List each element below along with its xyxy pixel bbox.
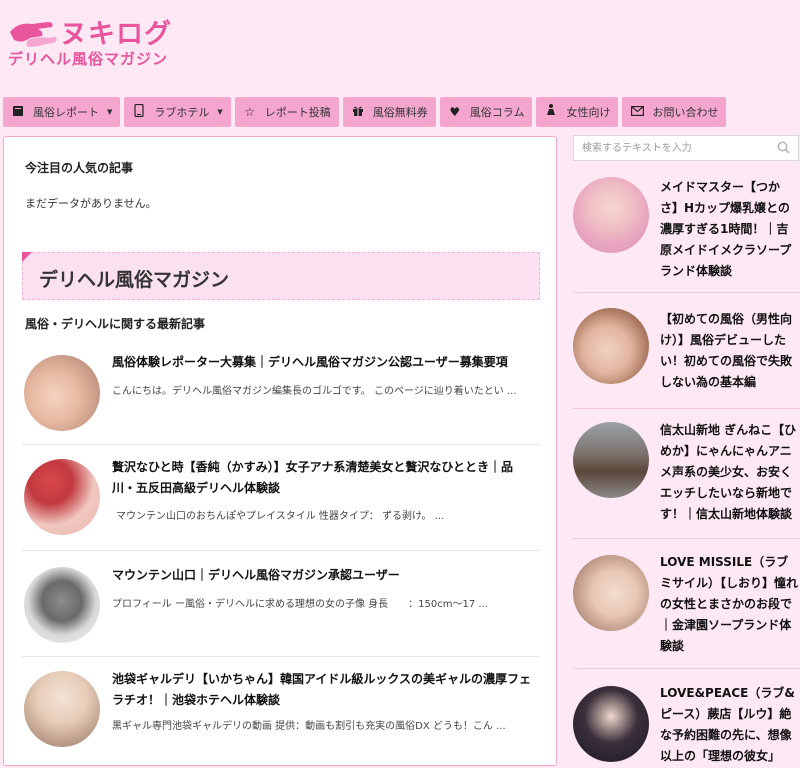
article-title[interactable]: 池袋ギャルデリ【いかちゃん】韓国アイドル級ルックスの美ギャルの濃厚フェラチオ！｜… — [112, 669, 532, 711]
no-data-message: まだデータがありません。 — [25, 197, 157, 210]
nav-item-column[interactable]: ♥ 風俗コラム — [439, 97, 533, 127]
gift-icon — [351, 105, 365, 120]
magazine-banner: デリヘル風俗マガジン — [22, 252, 540, 300]
sidebar-post-thumbnail[interactable] — [573, 177, 649, 253]
article-title[interactable]: 風俗体験レポーター大募集｜デリヘル風俗マガジン公認ユーザー募集要項 — [112, 352, 532, 373]
main-nav: 風俗レポート ▼ ラブホテル ▼ ☆ レポート投稿 風俗無料券 ♥ 風俗コラム … — [3, 97, 727, 127]
article-thumbnail[interactable] — [24, 355, 100, 431]
article-excerpt: こんにちは。デリヘル風俗マガジン編集長のゴルゴです。 このページに辿り着いたとい… — [112, 386, 517, 397]
main-content: 今注目の人気の記事 まだデータがありません。 デリヘル風俗マガジン 風俗・デリヘ… — [3, 136, 557, 766]
article-item[interactable]: マウンテン山口｜デリヘル風俗マガジン承認ユーザー プロフィール ー風俗・デリヘル… — [22, 551, 540, 657]
banner-title: デリヘル風俗マガジン — [39, 269, 230, 291]
nav-label: レポート投稿 — [264, 106, 331, 119]
nav-item-free-ticket[interactable]: 風俗無料券 — [342, 97, 436, 127]
sidebar-post-title[interactable]: LOVE&PEACE（ラブ&ピース）蕨店【ルウ】絶な予約困難の先に、想像以上の「… — [660, 683, 798, 767]
sidebar-post-title[interactable]: 信太山新地 ぎんねこ【ひめか】にゃんにゃんアニメ声系の美少女、お安くエッチしたい… — [660, 420, 798, 525]
nav-item-love-hotel[interactable]: ラブホテル ▼ — [124, 97, 231, 127]
nav-label: 風俗レポート — [33, 106, 99, 119]
popular-articles-heading: 今注目の人気の記事 — [25, 161, 134, 175]
caret-down-icon: ▼ — [107, 108, 113, 116]
article-item[interactable]: 池袋ギャルデリ【いかちゃん】韓国アイドル級ルックスの美ギャルの濃厚フェラチオ！｜… — [22, 657, 540, 767]
star-icon: ☆ — [244, 105, 256, 119]
sidebar-post-item[interactable]: 信太山新地 ぎんねこ【ひめか】にゃんにゃんアニメ声系の美少女、お安くエッチしたい… — [573, 408, 800, 539]
sidebar-post-item[interactable]: LOVE&PEACE（ラブ&ピース）蕨店【ルウ】絶な予約困難の先に、想像以上の「… — [573, 668, 800, 768]
nav-item-fuzoku-report[interactable]: 風俗レポート ▼ — [3, 97, 121, 127]
latest-articles-heading: 風俗・デリヘルに関する最新記事 — [25, 317, 206, 331]
nav-label: お問い合わせ — [652, 106, 719, 119]
search-input[interactable] — [574, 136, 772, 161]
site-logo-subtitle[interactable]: デリヘル風俗マガジン — [8, 48, 168, 69]
article-excerpt: 黒ギャル専門池袋ギャルデリの動画 提供：動画も割引も充実の風俗DX どうも！こん… — [112, 721, 506, 732]
sidebar-post-title[interactable]: 【初めての風俗（男性向け）】風俗デビューしたい！初めての風俗で失敗しない為の基本… — [660, 309, 798, 393]
article-excerpt: プロフィール ー風俗・デリヘルに求める理想の女の子像 身長 ：150cm～17 … — [112, 599, 488, 610]
caret-down-icon: ▼ — [217, 108, 223, 116]
article-item[interactable]: 贅沢なひと時【香純（かすみ）】女子アナ系清楚美女と贅沢なひととき｜品川・五反田高… — [22, 445, 540, 551]
article-title[interactable]: 贅沢なひと時【香純（かすみ）】女子アナ系清楚美女と贅沢なひととき｜品川・五反田高… — [112, 457, 532, 499]
heart-icon: ♥ — [449, 105, 461, 119]
sidebar-post-item[interactable]: LOVE MISSILE（ラブミサイル）【しおり】憧れの女性とまさかのお段で｜金… — [573, 538, 800, 669]
sidebar-post-title[interactable]: メイドマスター【つかさ】Hカップ爆乳嬢との濃厚すぎる1時間！｜吉原メイドイメクラ… — [660, 177, 798, 282]
site-header: ヌキログ デリヘル風俗マガジン — [0, 0, 800, 95]
article-excerpt: マウンテン山口のおちんぽやプレイスタイル 性器タイプ： ずる剥け。 ... — [116, 511, 445, 522]
article-thumbnail[interactable] — [24, 459, 100, 535]
nav-label: ラブホテル — [154, 106, 210, 119]
sidebar-post-thumbnail[interactable] — [573, 686, 649, 762]
site-logo-title[interactable]: ヌキログ — [60, 12, 172, 51]
mail-icon — [630, 105, 644, 119]
nav-item-contact[interactable]: お問い合わせ — [622, 97, 727, 127]
nav-label: 女性向け — [566, 106, 611, 119]
mobile-icon — [132, 103, 146, 120]
sidebar-post-thumbnail[interactable] — [573, 308, 649, 384]
sidebar-post-thumbnail[interactable] — [573, 555, 649, 631]
person-icon — [544, 104, 558, 120]
sidebar-post-item[interactable]: 【初めての風俗（男性向け）】風俗デビューしたい！初めての風俗で失敗しない為の基本… — [573, 292, 800, 409]
book-icon — [11, 105, 25, 120]
nav-label: 風俗無料券 — [372, 106, 428, 119]
hand-logo-icon[interactable] — [8, 18, 58, 50]
article-thumbnail[interactable] — [24, 567, 100, 643]
sidebar-post-title[interactable]: LOVE MISSILE（ラブミサイル）【しおり】憧れの女性とまさかのお段で｜金… — [660, 552, 798, 657]
article-thumbnail[interactable] — [24, 671, 100, 747]
nav-label: 風俗コラム — [469, 106, 525, 119]
sidebar-post-item[interactable]: メイドマスター【つかさ】Hカップ爆乳嬢との濃厚すぎる1時間！｜吉原メイドイメクラ… — [573, 168, 800, 293]
sidebar-post-thumbnail[interactable] — [573, 422, 649, 498]
article-title[interactable]: マウンテン山口｜デリヘル風俗マガジン承認ユーザー — [112, 565, 532, 586]
nav-item-report-post[interactable]: ☆ レポート投稿 — [234, 97, 339, 127]
article-item[interactable]: 風俗体験レポーター大募集｜デリヘル風俗マガジン公認ユーザー募集要項 こんにちは。… — [22, 347, 540, 445]
search-box — [573, 135, 799, 161]
nav-item-for-women[interactable]: 女性向け — [536, 97, 619, 127]
search-icon[interactable] — [777, 141, 790, 154]
